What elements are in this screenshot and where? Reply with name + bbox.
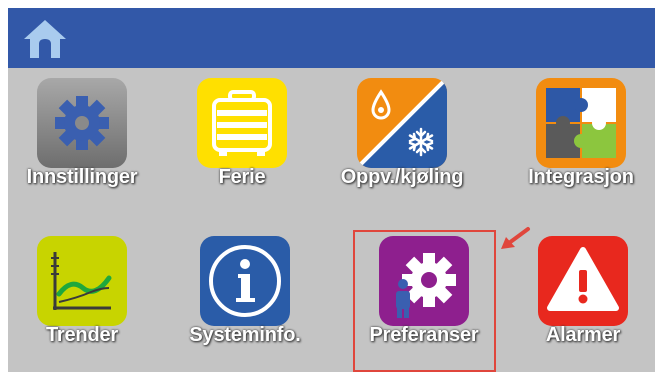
innstillinger-icon-box	[37, 78, 127, 168]
main-menu-screen: Innstillinger Ferie Oppv./kjøling Integr…	[8, 8, 655, 372]
tile-label: Alarmer	[545, 324, 621, 346]
trend-graph-icon	[37, 236, 127, 326]
tile-label: Systeminfo.	[189, 324, 301, 346]
tile-innstillinger[interactable]: Innstillinger	[10, 78, 154, 214]
tile-ferie[interactable]: Ferie	[170, 78, 314, 214]
tile-systeminfo[interactable]: Systeminfo.	[173, 236, 317, 372]
heating-cooling-icon	[357, 78, 447, 168]
tile-alarmer[interactable]: Alarmer	[511, 236, 655, 372]
info-icon	[200, 236, 290, 326]
warning-icon	[538, 236, 628, 326]
integrasjon-icon-box	[536, 78, 626, 168]
puzzle-icon	[536, 78, 626, 168]
arrow-pointer-icon	[501, 227, 530, 249]
header-bar	[8, 8, 655, 68]
home-icon	[24, 20, 66, 58]
alarmer-icon-box	[538, 236, 628, 326]
systeminfo-icon-box	[200, 236, 290, 326]
ferie-icon-box	[197, 78, 287, 168]
oppv-kjoling-icon-box	[357, 78, 447, 168]
trender-icon-box	[37, 236, 127, 326]
tile-label: Integrasjon	[528, 166, 634, 188]
tile-oppv-kjoling[interactable]: Oppv./kjøling	[330, 78, 474, 214]
suitcase-icon	[197, 78, 287, 168]
tile-label: Innstillinger	[26, 166, 138, 188]
tile-label: Trender	[46, 324, 118, 346]
tile-label: Oppv./kjøling	[340, 166, 464, 188]
tile-label: Ferie	[218, 166, 266, 188]
gear-icon	[37, 78, 127, 168]
tile-integrasjon[interactable]: Integrasjon	[509, 78, 653, 214]
home-button[interactable]	[22, 18, 68, 60]
tile-trender[interactable]: Trender	[10, 236, 154, 372]
highlight-box	[353, 230, 496, 372]
